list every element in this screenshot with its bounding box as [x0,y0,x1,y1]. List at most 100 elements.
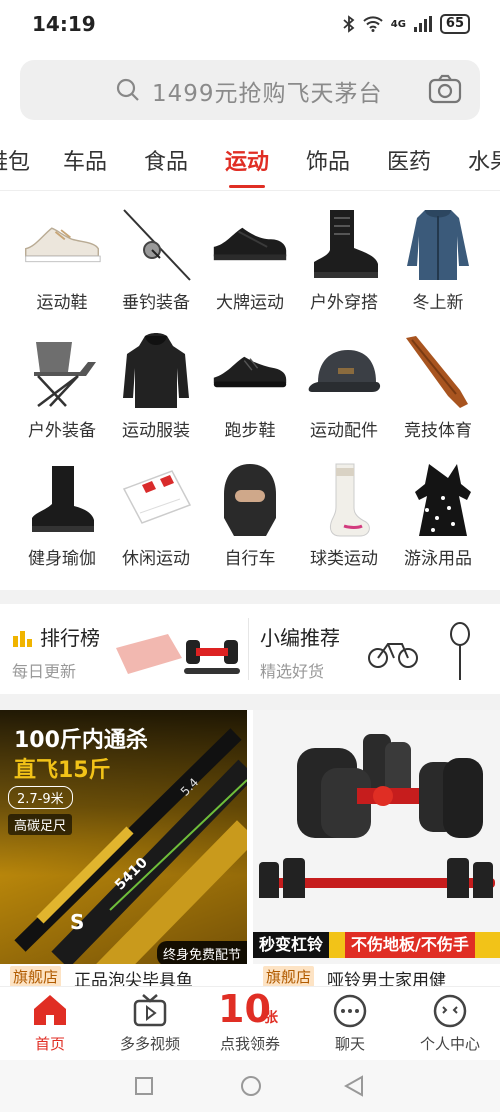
nav-chat[interactable]: 聊天 [300,987,400,1061]
category-sneakers[interactable]: 运动鞋 [14,196,110,314]
status-bar: 14:19 4G 65 [0,0,500,52]
ranking-section: 排行榜 每日更新 小编推荐 精选好货 [0,604,500,694]
bar-chart-icon [13,631,32,647]
category-cycling[interactable]: 自行车 [202,452,298,570]
rifle-icon [406,336,468,408]
fishing-rod-icon [123,209,191,281]
wifi-icon [363,16,383,32]
product-card-fishing-rod[interactable]: 100斤内通杀 直飞15斤 2.7-9米 高碳足尺 5.4 5410 S 终身免… [0,710,247,986]
search-bar[interactable]: 1499元抢购飞天茅台 [20,60,480,120]
promo-banner-left: 秒变杠铃 [253,932,330,958]
video-icon [133,994,167,1027]
coupon-count: 10 [218,987,271,1031]
category-label: 球类运动 [310,549,378,569]
product-title-row: 旗舰店 正品泡尖毕具鱼 [0,964,247,986]
chat-icon [333,994,367,1028]
category-swimming[interactable]: 游泳用品 [390,452,486,570]
nav-label: 聊天 [334,1035,365,1053]
editor-pick-card[interactable]: 小编推荐 精选好货 [250,604,500,694]
tab-fruit[interactable]: 水果 [468,144,500,176]
status-time: 14:19 [32,12,96,36]
ranking-subtitle: 每日更新 [12,662,77,681]
category-leisure-sports[interactable]: 休闲运动 [108,452,204,570]
dumbbell-image [259,734,495,898]
editor-pick-title: 小编推荐 [260,626,340,650]
network-type: 4G [390,18,406,30]
dress-icon [415,464,471,536]
back-icon[interactable] [344,1075,364,1097]
tab-medicine[interactable]: 医药 [387,144,431,176]
system-navigation-bar [0,1060,500,1112]
category-label: 休闲运动 [122,549,190,569]
product-card-dumbbell[interactable]: 秒变杠铃 不伤地板/不伤手 旗舰店 哑铃男士家用健 [253,710,500,986]
badminton-racket-icon [450,622,470,680]
nav-label: 点我领券 [219,1035,280,1053]
home-button-icon[interactable] [240,1075,262,1097]
cap-icon [308,350,381,392]
product-corner-note: 终身免费配节 [156,941,247,966]
tab-shoes-bags[interactable]: 鞋包 [0,144,30,176]
nav-home[interactable]: 首页 [0,987,100,1061]
search-placeholder: 1499元抢购飞天茅台 [152,81,383,107]
sock-icon [329,463,370,537]
category-label: 户外装备 [28,421,96,441]
category-outdoor-wear[interactable]: 户外穿搭 [296,196,392,314]
ranking-title: 排行榜 [40,626,100,650]
bottom-navigation: 首页 多多视频 10 张 点我领券 聊天 个人中心 [0,986,500,1061]
rod-logo: S [70,910,85,934]
category-label: 健身瑜伽 [28,549,96,569]
search-icon [116,78,139,101]
category-label: 运动鞋 [36,293,88,313]
nav-label: 多多视频 [119,1035,180,1053]
promo-banner-right: 不伤地板/不伤手 [345,932,475,958]
bluetooth-icon [343,15,355,33]
ankle-boot-icon [32,466,94,532]
nav-profile[interactable]: 个人中心 [400,987,500,1061]
tab-food[interactable]: 食品 [144,144,188,176]
nav-coupons[interactable]: 10 张 点我领券 [200,987,300,1061]
product-title-row: 旗舰店 哑铃男士家用健 [253,964,500,986]
category-fishing[interactable]: 垂钓装备 [108,196,204,314]
camera-icon[interactable] [428,73,462,105]
nav-label: 首页 [34,1035,65,1053]
editor-pick-subtitle: 精选好货 [260,662,325,681]
category-label: 冬上新 [412,293,464,313]
nav-label: 个人中心 [419,1035,480,1053]
status-icons: 4G 65 [343,14,470,34]
signal-icon [413,16,432,32]
category-winter-new[interactable]: 冬上新 [390,196,486,314]
category-competitive-sports[interactable]: 竞技体育 [390,324,486,442]
home-icon [34,995,66,1025]
balaclava-icon [224,464,276,536]
product-title: 正品泡尖毕具鱼 [74,971,193,986]
category-fitness-yoga[interactable]: 健身瑜伽 [14,452,110,570]
category-outdoor-gear[interactable]: 户外装备 [14,324,110,442]
nav-video[interactable]: 多多视频 [100,987,200,1061]
category-label: 跑步鞋 [224,421,276,441]
category-label: 游泳用品 [404,549,472,569]
dumbbell-icon [184,640,240,674]
ranking-card[interactable]: 排行榜 每日更新 [0,604,248,694]
boot-icon [314,210,378,278]
flagship-badge: 旗舰店 [10,966,62,986]
category-brand-sports[interactable]: 大牌运动 [202,196,298,314]
section-divider [0,590,500,604]
category-sports-accessories[interactable]: 运动配件 [296,324,392,442]
promo-banner: 秒变杠铃 不伤地板/不伤手 [253,932,500,958]
hoodie-icon [123,333,189,408]
category-running-shoes[interactable]: 跑步鞋 [202,324,298,442]
tab-accessories[interactable]: 饰品 [306,144,350,176]
category-label: 运动配件 [310,421,378,441]
product-title: 哑铃男士家用健 [327,971,446,986]
category-sportswear[interactable]: 运动服装 [108,324,204,442]
category-label: 垂钓装备 [122,293,190,313]
jacket-icon [407,210,469,280]
category-label: 大牌运动 [216,293,284,313]
product-feed: 100斤内通杀 直飞15斤 2.7-9米 高碳足尺 5.4 5410 S 终身免… [0,710,500,986]
knit-shoe-icon [213,227,287,261]
camp-chair-icon [34,342,96,407]
tab-car[interactable]: 车品 [63,144,107,176]
recent-apps-icon[interactable] [134,1076,154,1096]
category-ball-sports[interactable]: 球类运动 [296,452,392,570]
tab-sports[interactable]: 运动 [225,144,269,188]
